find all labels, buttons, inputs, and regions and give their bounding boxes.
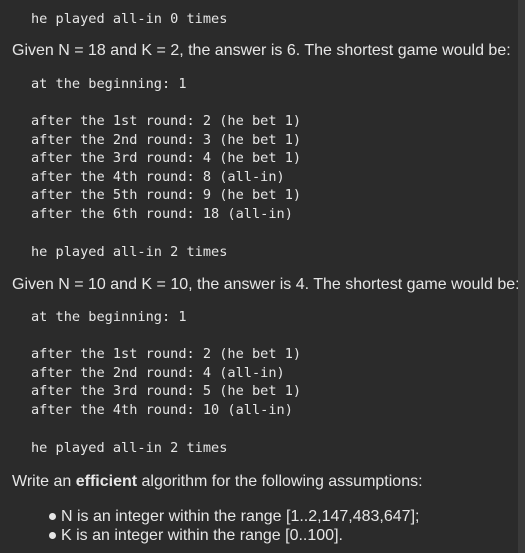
task-suffix: algorithm for the following assumptions: (137, 473, 423, 490)
example2-summary: he played all-in 2 times (31, 440, 228, 456)
example2-round-line: after the 2nd round: 4 (all-in) (31, 364, 285, 381)
task-emphasis: efficient (75, 473, 138, 490)
assumption-text: N is an integer within the range [1..2,1… (61, 508, 420, 525)
example1-summary: he played all-in 2 times (31, 244, 228, 260)
example1-round-line: after the 3rd round: 4 (he bet 1) (31, 150, 302, 166)
code-line-top-summary: he played all-in 0 times (31, 11, 228, 27)
assumption-item: N is an integer within the range [1..2,1… (12, 507, 419, 526)
assumptions-list: N is an integer within the range [1..2,1… (12, 507, 419, 545)
example2-intro: Given N = 10 and K = 10, the answer is 4… (12, 276, 520, 293)
example2-round-line: after the 4th round: 10 (all-in) (31, 401, 293, 418)
task-statement: Write an efficient algorithm for the fol… (12, 472, 423, 492)
example2-round-line: after the 1st round: 2 (he bet 1) (31, 346, 302, 362)
problem-statement-panel: he played all-in 0 times Given N = 18 an… (0, 0, 520, 553)
example1-intro: Given N = 18 and K = 2, the answer is 6.… (12, 42, 511, 59)
task-prefix: Write an (12, 473, 76, 490)
bullet-icon (49, 532, 56, 539)
window-edge (518, 0, 525, 553)
assumption-item: K is an integer within the range [0..100… (12, 526, 419, 545)
example1-round-line: after the 6th round: 18 (all-in) (31, 205, 293, 222)
example1-round-line: after the 5th round: 9 (he bet 1) (31, 187, 302, 203)
assumption-text: K is an integer within the range [0..100… (61, 527, 343, 544)
bullet-icon (49, 513, 56, 520)
example2-round-line: after the 3rd round: 5 (he bet 1) (31, 383, 302, 399)
example1-round-line: after the 4th round: 8 (all-in) (31, 168, 285, 185)
example1-round-line: after the 2nd round: 3 (he bet 1) (31, 131, 302, 148)
example1-beginning: at the beginning: 1 (31, 76, 187, 92)
example2-beginning: at the beginning: 1 (31, 309, 187, 325)
example1-round-line: after the 1st round: 2 (he bet 1) (31, 113, 302, 129)
